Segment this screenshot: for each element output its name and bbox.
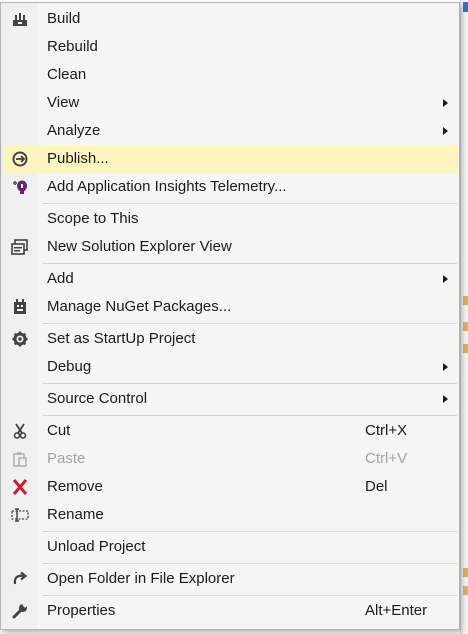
menu-item-label: Clean — [47, 66, 87, 83]
menu-item-open-folder-in-file-explorer[interactable]: Open Folder in File Explorer — [3, 565, 458, 593]
menu-item-debug[interactable]: Debug — [3, 353, 458, 381]
menu-item-label: Scope to This — [47, 210, 139, 227]
project-context-menu: Build Rebuild Clean View Analyze Publish… — [0, 2, 460, 630]
menu-item-label: Set as StartUp Project — [47, 330, 196, 347]
menu-item-label: Add Application Insights Telemetry... — [47, 178, 287, 195]
wrench-icon — [12, 603, 28, 619]
menu-item-remove[interactable]: Remove Del — [3, 473, 458, 501]
menu-item-analyze[interactable]: Analyze — [3, 117, 458, 145]
submenu-arrow-icon — [443, 275, 448, 283]
background-folder-icon — [463, 344, 468, 353]
menu-separator — [43, 595, 457, 596]
submenu-arrow-icon — [443, 363, 448, 371]
solution-explorer-icon — [11, 239, 28, 255]
background-folder-icon — [463, 568, 468, 577]
menu-item-manage-nuget-packages[interactable]: Manage NuGet Packages... — [3, 293, 458, 321]
menu-item-label: Remove — [47, 478, 103, 495]
background-folder-icon — [463, 322, 468, 331]
background-window-edge — [460, 0, 468, 634]
menu-item-label: New Solution Explorer View — [47, 238, 232, 255]
remove-icon — [12, 479, 28, 495]
menu-item-add[interactable]: Add — [3, 265, 458, 293]
app-insights-icon — [13, 180, 27, 194]
menu-item-properties[interactable]: Properties Alt+Enter — [3, 597, 458, 625]
menu-item-clean[interactable]: Clean — [3, 61, 458, 89]
build-icon — [13, 13, 27, 26]
menu-item-label: Manage NuGet Packages... — [47, 298, 232, 315]
menu-item-unload-project[interactable]: Unload Project — [3, 533, 458, 561]
submenu-arrow-icon — [443, 99, 448, 107]
menu-item-new-solution-explorer-view[interactable]: New Solution Explorer View — [3, 233, 458, 261]
menu-separator — [43, 203, 457, 204]
background-folder-icon — [463, 586, 468, 595]
nuget-icon — [14, 299, 26, 314]
menu-item-label: Rebuild — [47, 38, 98, 55]
menu-separator — [43, 415, 457, 416]
menu-item-build[interactable]: Build — [3, 5, 458, 33]
menu-item-label: Debug — [47, 358, 92, 375]
menu-separator — [43, 263, 457, 264]
submenu-arrow-icon — [443, 395, 448, 403]
menu-item-label: Open Folder in File Explorer — [47, 570, 235, 587]
menu-item-publish[interactable]: Publish... — [3, 145, 458, 173]
paste-icon — [13, 452, 27, 467]
menu-item-label: View — [47, 94, 80, 111]
menu-separator — [43, 323, 457, 324]
menu-item-shortcut: Alt+Enter — [365, 602, 428, 619]
menu-separator — [43, 531, 457, 532]
menu-item-source-control[interactable]: Source Control — [3, 385, 458, 413]
publish-icon — [12, 151, 28, 167]
rename-icon — [11, 508, 29, 522]
menu-item-set-as-startup-project[interactable]: Set as StartUp Project — [3, 325, 458, 353]
background-folder-icon — [463, 296, 468, 305]
menu-item-add-app-insights[interactable]: Add Application Insights Telemetry... — [3, 173, 458, 201]
menu-item-paste[interactable]: Paste Ctrl+V — [3, 445, 458, 473]
menu-item-rename[interactable]: Rename — [3, 501, 458, 529]
menu-item-label: Cut — [47, 422, 71, 439]
menu-separator — [43, 563, 457, 564]
menu-item-label: Unload Project — [47, 538, 146, 555]
menu-item-label: Rename — [47, 506, 104, 523]
submenu-arrow-icon — [443, 127, 448, 135]
menu-item-label: Paste — [47, 450, 86, 467]
menu-item-shortcut: Ctrl+X — [365, 422, 408, 439]
menu-item-rebuild[interactable]: Rebuild — [3, 33, 458, 61]
menu-item-scope-to-this[interactable]: Scope to This — [3, 205, 458, 233]
menu-item-cut[interactable]: Cut Ctrl+X — [3, 417, 458, 445]
menu-item-label: Source Control — [47, 390, 148, 407]
menu-item-label: Analyze — [47, 122, 101, 139]
menu-item-label: Build — [47, 10, 81, 27]
cut-icon — [13, 423, 27, 439]
gear-icon — [12, 331, 28, 347]
menu-item-shortcut: Ctrl+V — [365, 450, 408, 467]
menu-item-label: Publish... — [47, 150, 109, 167]
menu-separator — [43, 383, 457, 384]
menu-item-label: Add — [47, 270, 74, 287]
menu-item-label: Properties — [47, 602, 116, 619]
menu-item-shortcut: Del — [365, 478, 388, 495]
open-folder-icon — [13, 571, 28, 585]
menu-item-view[interactable]: View — [3, 89, 458, 117]
background-window-accent — [463, 2, 468, 12]
